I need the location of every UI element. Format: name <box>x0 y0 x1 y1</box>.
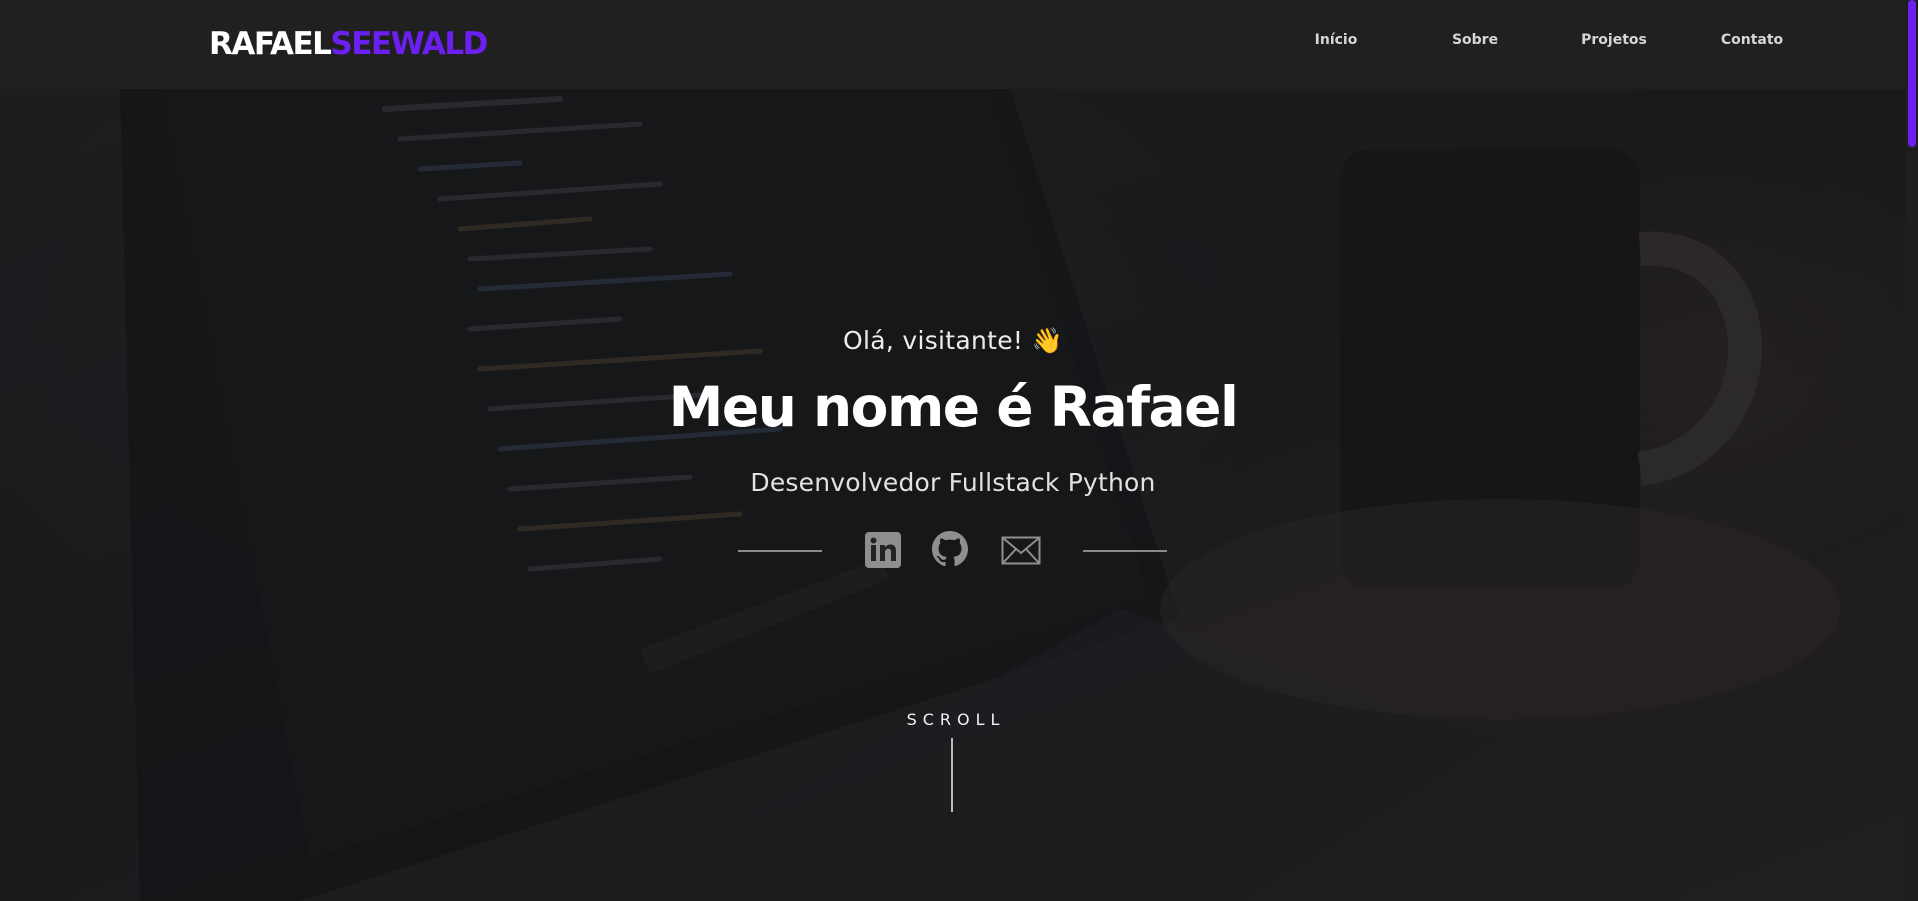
nav-item-projetos[interactable]: Projetos <box>1564 32 1664 48</box>
nav-item-inicio[interactable]: Início <box>1286 32 1386 48</box>
scroll-indicator-label[interactable]: SCROLL <box>0 710 1906 729</box>
page-scrollbar[interactable] <box>1906 0 1918 901</box>
hero-greeting: Olá, visitante! 👋 <box>0 326 1906 356</box>
greeting-text: Olá, visitante! <box>843 326 1024 355</box>
scrollbar-thumb[interactable] <box>1908 0 1916 147</box>
nav-item-contato[interactable]: Contato <box>1702 32 1802 48</box>
linkedin-icon[interactable] <box>864 531 904 571</box>
logo-last-name: SEEWALD <box>330 26 488 62</box>
site-header: RAFAELSEEWALD Início Sobre Projetos Cont… <box>0 0 1906 89</box>
divider-left <box>738 550 822 552</box>
hero-subtitle: Desenvolvedor Fullstack Python <box>750 468 1156 497</box>
scroll-indicator-line <box>951 738 953 812</box>
page: RAFAELSEEWALD Início Sobre Projetos Cont… <box>0 0 1918 901</box>
hero-headline: Meu nome é Rafael <box>668 375 1239 439</box>
github-icon[interactable] <box>932 531 972 571</box>
nav-item-sobre[interactable]: Sobre <box>1425 32 1525 48</box>
mail-icon[interactable] <box>1001 531 1041 571</box>
divider-right <box>1083 550 1167 552</box>
waving-hand-icon: 👋 <box>1031 326 1063 355</box>
site-logo[interactable]: RAFAELSEEWALD <box>209 24 488 64</box>
logo-first-name: RAFAEL <box>209 26 332 62</box>
